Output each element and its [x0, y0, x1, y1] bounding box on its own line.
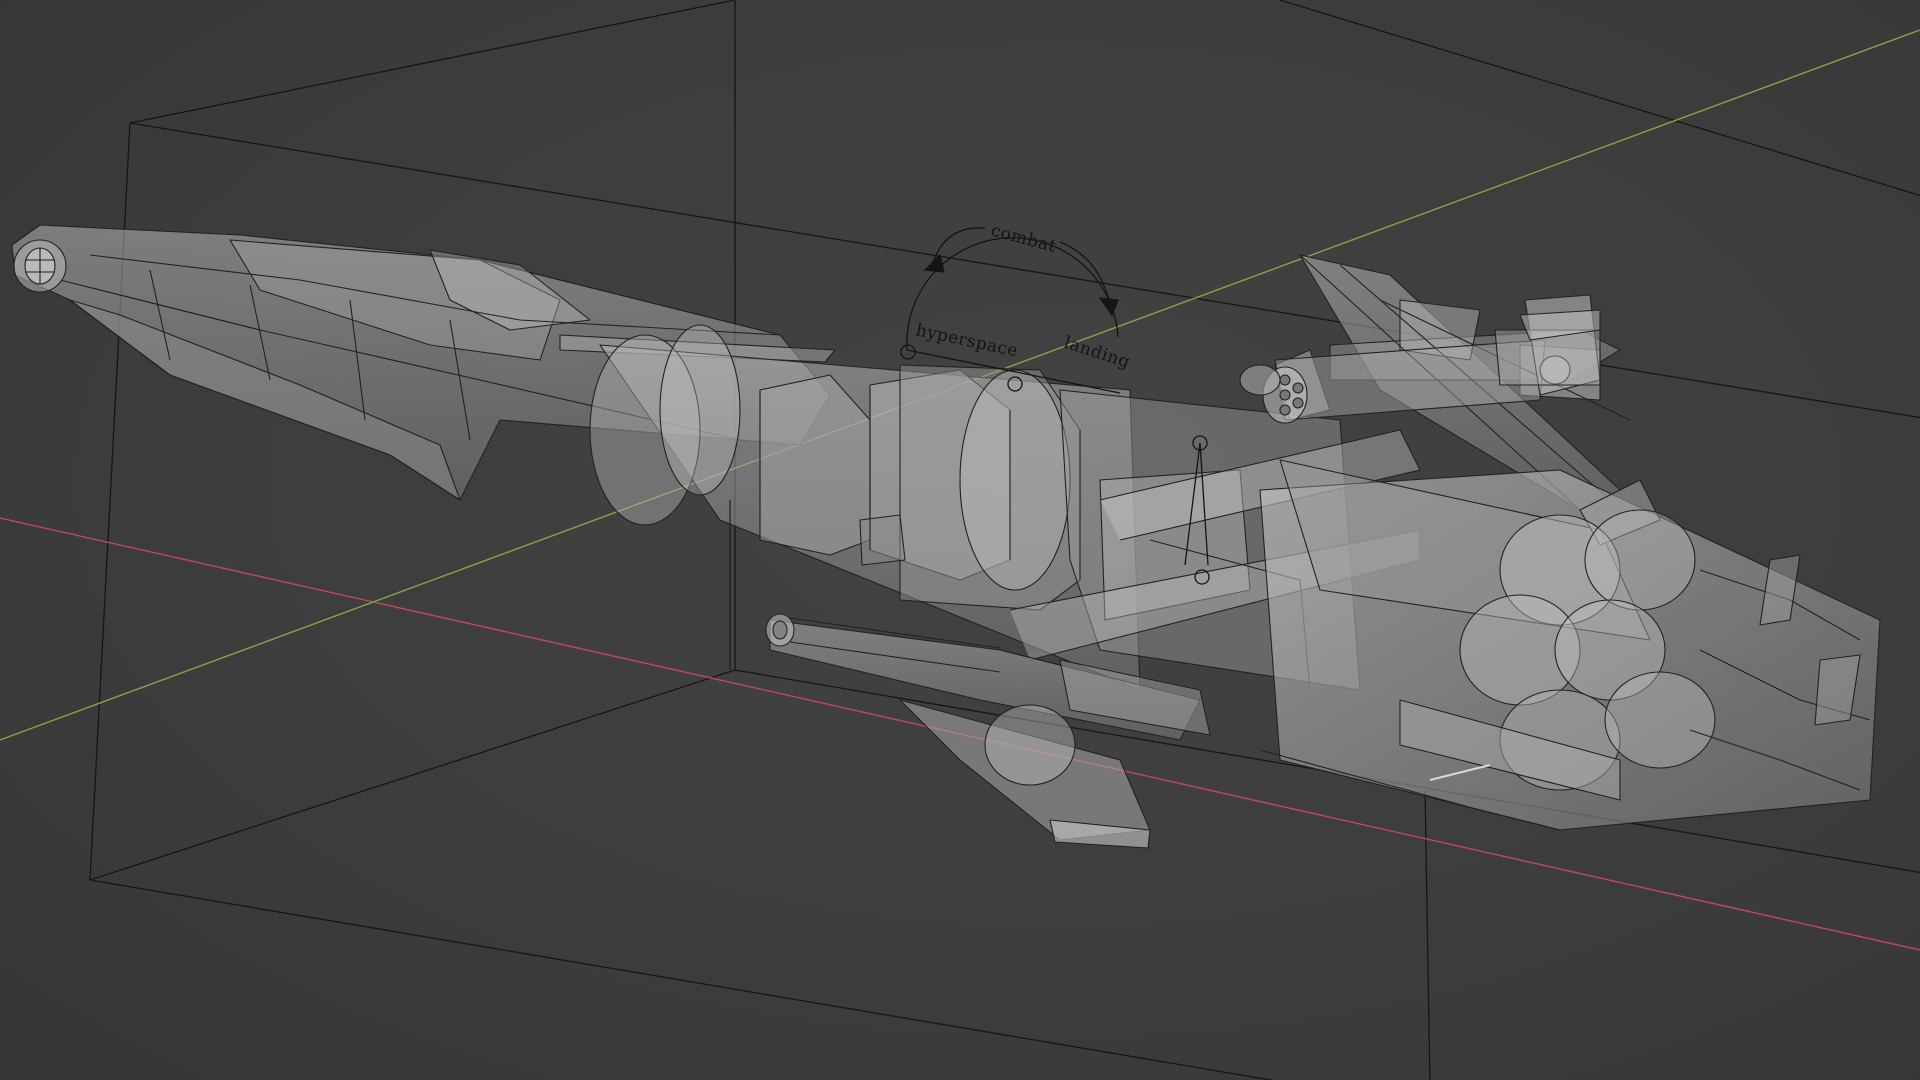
spaceship-engines — [1259, 459, 1881, 831]
3d-viewport[interactable]: combat hyperspace landing — [0, 0, 1920, 1080]
rig-label-combat: combat — [989, 221, 1059, 258]
rig-label-landing: landing — [1061, 333, 1132, 373]
rig-label-hyperspace: hyperspace — [914, 320, 1020, 361]
spaceship-mesh[interactable] — [11, 224, 1881, 849]
